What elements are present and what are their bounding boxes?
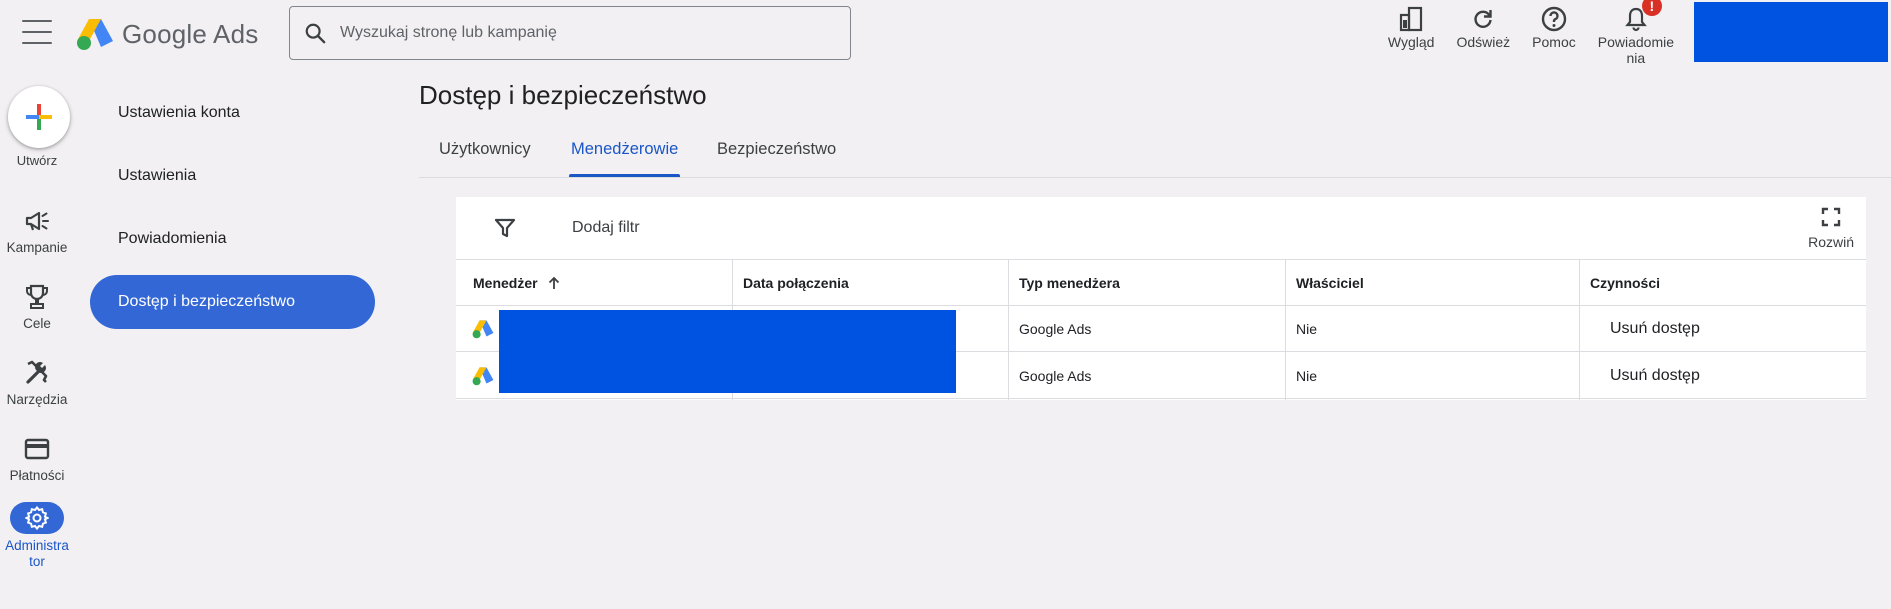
plus-icon [26, 104, 52, 130]
managers-table-card: Dodaj filtr Rozwiń Menedżer Data połącze… [456, 197, 1866, 400]
logo-text: Google Ads [122, 19, 258, 50]
create-label: Utwórz [16, 153, 58, 168]
filter-icon [494, 218, 516, 238]
create-button[interactable] [8, 86, 70, 148]
column-header-manager-label: Menedżer [473, 275, 538, 291]
notifications-label-line2: nia [1626, 50, 1646, 66]
top-bar: Google Ads Wygląd [0, 0, 1891, 66]
tab-users[interactable]: Użytkownicy [437, 140, 533, 177]
manager-type-cell: Google Ads [1019, 321, 1092, 337]
google-ads-logo-icon [77, 19, 113, 50]
redacted-manager-info [499, 310, 956, 393]
manager-ads-icon-cell [462, 353, 502, 399]
rail-item-goals-label: Cele [23, 316, 51, 331]
menu-line [22, 42, 52, 44]
rail-item-admin-label-line2: tor [29, 554, 45, 569]
rail-item-goals[interactable]: Cele [0, 282, 74, 332]
rail-item-campaigns[interactable]: Kampanie [0, 206, 74, 256]
filter-bar: Dodaj filtr Rozwiń [456, 197, 1866, 260]
manager-ads-icon-cell [462, 306, 502, 352]
rail-item-tools[interactable]: Narzędzia [0, 358, 74, 408]
remove-access-button[interactable]: Usuń dostęp [1590, 367, 1700, 385]
tools-icon [26, 360, 48, 384]
search-icon [305, 23, 326, 44]
main-menu-button[interactable] [22, 20, 52, 44]
rail-item-admin-label: Administra tor [0, 538, 74, 570]
add-filter-button[interactable]: Dodaj filtr [572, 219, 640, 237]
megaphone-icon [25, 211, 49, 231]
refresh-button[interactable]: Odśwież [1456, 2, 1510, 50]
help-icon [1541, 6, 1567, 32]
owner-cell: Nie [1296, 321, 1318, 337]
trophy-icon [26, 284, 48, 309]
rail-item-tools-label: Narzędzia [6, 392, 68, 407]
top-actions: Wygląd Odśwież Pomoc ! Powiadomie nia [1387, 0, 1891, 66]
subnav-account-settings[interactable]: Ustawienia konta [90, 86, 375, 140]
logo-google: Google [122, 18, 208, 49]
notifications-label: Powiadomie nia [1598, 34, 1674, 66]
tab-managers[interactable]: Menedżerowie [569, 140, 681, 177]
filter-button[interactable] [494, 217, 516, 244]
rail-item-admin[interactable]: Administra tor [0, 502, 74, 570]
column-header-owner[interactable]: Właściciel [1286, 260, 1579, 306]
search-box[interactable] [289, 6, 851, 60]
refresh-label: Odśwież [1456, 34, 1511, 50]
search-input[interactable] [338, 23, 818, 43]
rail-item-admin-label-line1: Administra [5, 538, 69, 553]
google-ads-icon [472, 367, 494, 386]
tab-bar: Użytkownicy Menedżerowie Bezpieczeństwo [419, 130, 1891, 178]
column-header-manager[interactable]: Menedżer [463, 260, 732, 306]
notification-badge: ! [1641, 0, 1662, 16]
sort-ascending-icon [548, 276, 559, 289]
logo-ads: Ads [213, 18, 259, 49]
credit-card-icon [24, 438, 50, 460]
appearance-icon [1400, 6, 1423, 32]
table-header: Menedżer Data połączenia Typ menedżera W… [456, 260, 1866, 306]
expand-button[interactable]: Rozwiń [1808, 207, 1854, 250]
help-label: Pomoc [1532, 34, 1576, 50]
help-button[interactable]: Pomoc [1532, 2, 1576, 50]
subnav-notifications[interactable]: Powiadomienia [90, 212, 375, 266]
rail-item-campaigns-label: Kampanie [6, 240, 68, 255]
rail-item-billing-label: Płatności [9, 468, 65, 483]
actions-cell: Usuń dostęp [1580, 353, 1866, 399]
page-title: Dostęp i bezpieczeństwo [419, 80, 707, 110]
manager-type-cell: Google Ads [1019, 368, 1092, 384]
expand-label: Rozwiń [1808, 234, 1854, 250]
subnav-access-security[interactable]: Dostęp i bezpieczeństwo [90, 275, 375, 329]
subnav-settings[interactable]: Ustawienia [90, 149, 375, 203]
tab-security[interactable]: Bezpieczeństwo [715, 140, 838, 177]
menu-line [22, 31, 52, 33]
menu-line [22, 20, 52, 22]
actions-cell: Usuń dostęp [1580, 306, 1866, 352]
notifications-label-line1: Powiadomie [1597, 34, 1674, 50]
appearance-label: Wygląd [1387, 34, 1435, 50]
rail-item-admin-pill [10, 502, 64, 534]
refresh-icon [1474, 10, 1493, 28]
gear-icon [25, 506, 49, 530]
remove-access-button[interactable]: Usuń dostęp [1590, 320, 1700, 338]
column-header-actions: Czynności [1590, 275, 1661, 291]
rail-item-billing[interactable]: Płatności [0, 434, 74, 484]
appearance-button[interactable]: Wygląd [1387, 2, 1435, 50]
google-ads-icon [472, 320, 494, 339]
fullscreen-icon [1821, 207, 1841, 227]
google-ads-logo[interactable]: Google Ads [76, 14, 258, 54]
account-switcher-redacted[interactable] [1694, 2, 1888, 62]
owner-cell: Nie [1296, 368, 1318, 384]
notifications-button[interactable]: ! Powiadomie nia [1598, 0, 1674, 66]
column-header-type[interactable]: Typ menedżera [1009, 260, 1285, 306]
column-header-date[interactable]: Data połączenia [733, 260, 1008, 306]
